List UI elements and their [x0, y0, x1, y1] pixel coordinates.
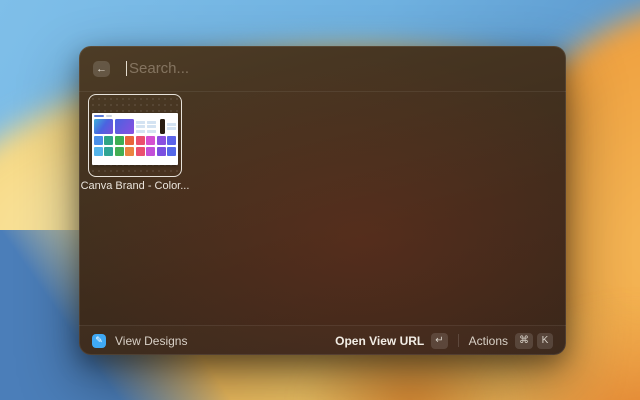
actions-button[interactable]: Actions ⌘ K — [469, 333, 553, 349]
back-arrow-icon: ← — [96, 63, 107, 75]
search-input[interactable] — [129, 60, 552, 77]
thumb-header-bars — [94, 115, 176, 117]
text-caret — [126, 61, 127, 76]
grid-item-canva-design[interactable] — [88, 94, 182, 177]
command-key-icon: ⌘ — [515, 333, 533, 349]
grid-item-title: Canva Brand - Color... — [79, 180, 191, 192]
primary-action-label: Open View URL — [335, 334, 424, 348]
design-thumbnail — [92, 113, 178, 165]
command-label: View Designs — [115, 334, 187, 348]
footer-divider — [458, 334, 459, 347]
back-button[interactable]: ← — [93, 61, 110, 77]
footer-bar: ✎ View Designs Open View URL ↵ Actions ⌘… — [79, 325, 566, 355]
canva-pen-icon: ✎ — [92, 334, 106, 348]
thumb-text-block — [147, 119, 156, 134]
footer-actions: Open View URL ↵ Actions ⌘ K — [335, 333, 553, 349]
hero-swatches — [94, 119, 134, 134]
search-header: ← — [79, 46, 566, 92]
actions-label: Actions — [469, 334, 508, 348]
return-key-icon: ↵ — [431, 333, 447, 349]
dark-swatch — [160, 119, 165, 134]
open-view-url-button[interactable]: Open View URL ↵ — [335, 333, 448, 349]
thumb-text-block — [167, 119, 176, 134]
thumb-text-block — [136, 119, 145, 134]
k-key-icon: K — [537, 333, 553, 349]
thumb-hero-row — [94, 119, 176, 134]
swatch-row-3 — [94, 147, 176, 156]
launcher-window: ← Canva Brand - Color... ✎ View Designs — [79, 46, 566, 355]
swatch-row-2 — [94, 136, 176, 145]
